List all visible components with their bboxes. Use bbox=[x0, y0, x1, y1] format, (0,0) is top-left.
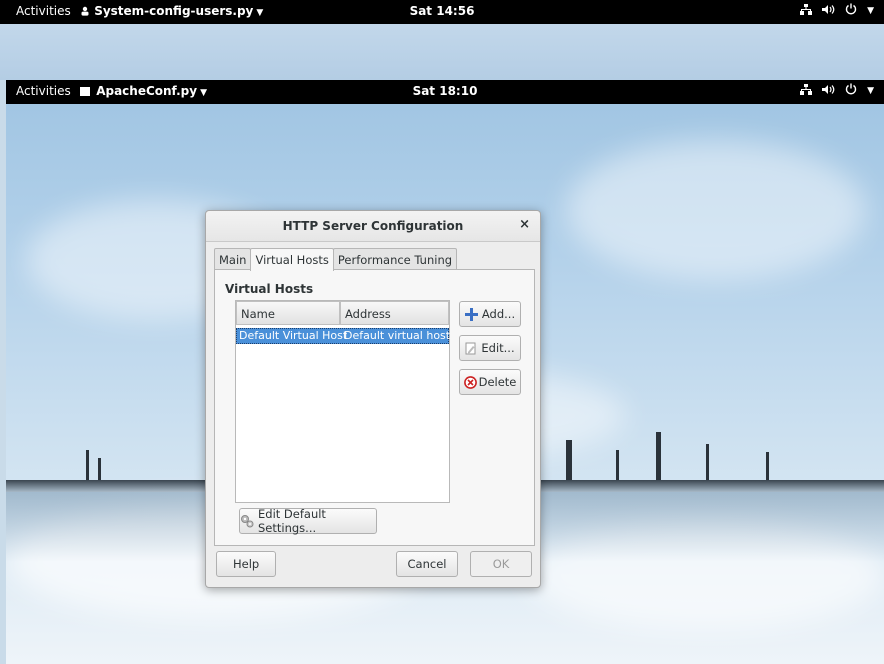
volume-icon bbox=[822, 4, 835, 18]
tree-silhouette bbox=[86, 450, 89, 480]
dialog-title: HTTP Server Configuration bbox=[282, 219, 464, 233]
inner-top-bar: Activities ApacheConf.py ▼ Sat 18:10 ▼ bbox=[6, 80, 884, 104]
outer-desktop: Activities System-config-users.py ▼ Sat 1… bbox=[0, 0, 884, 80]
delete-button[interactable]: Delete bbox=[459, 369, 521, 395]
outer-clock[interactable]: Sat 14:56 bbox=[0, 4, 884, 18]
virtual-hosts-panel: Virtual Hosts Name Address Default Virtu… bbox=[214, 269, 535, 546]
delete-button-label: Delete bbox=[478, 375, 517, 389]
plus-icon bbox=[464, 307, 478, 321]
tab-main[interactable]: Main bbox=[214, 248, 252, 271]
edit-default-settings-button[interactable]: Edit Default Settings... bbox=[239, 507, 377, 535]
list-header: Name Address bbox=[236, 301, 449, 325]
table-row[interactable]: Default Virtual Host Default virtual hos… bbox=[236, 328, 451, 344]
edit-button[interactable]: Edit... bbox=[459, 335, 521, 361]
close-icon[interactable]: × bbox=[519, 217, 530, 232]
http-server-config-dialog: HTTP Server Configuration × Main Virtual… bbox=[205, 210, 541, 588]
row-address-cell: Default virtual host bbox=[344, 329, 451, 342]
edit-default-settings-label: Edit Default Settings... bbox=[258, 507, 326, 535]
column-header-address[interactable]: Address bbox=[340, 301, 449, 325]
network-icon bbox=[800, 83, 813, 98]
column-header-name[interactable]: Name bbox=[236, 301, 340, 325]
outer-system-tray[interactable]: ▼ bbox=[800, 3, 874, 18]
power-icon bbox=[845, 83, 857, 98]
virtual-hosts-list[interactable]: Name Address Default Virtual Host Defaul… bbox=[235, 300, 450, 503]
delete-icon bbox=[463, 375, 477, 389]
inner-system-tray[interactable]: ▼ bbox=[800, 83, 874, 98]
settings-icon bbox=[240, 514, 254, 528]
tab-bar: Main Virtual Hosts Performance Tuning bbox=[214, 248, 458, 271]
add-button[interactable]: Add... bbox=[459, 301, 521, 327]
inner-clock[interactable]: Sat 18:10 bbox=[6, 84, 884, 98]
row-name-cell: Default Virtual Host bbox=[239, 329, 348, 342]
section-title: Virtual Hosts bbox=[225, 282, 314, 296]
volume-icon bbox=[822, 84, 835, 98]
tab-performance-tuning[interactable]: Performance Tuning bbox=[332, 248, 458, 271]
outer-top-bar: Activities System-config-users.py ▼ Sat 1… bbox=[0, 0, 884, 24]
chevron-down-icon: ▼ bbox=[867, 85, 874, 96]
dialog-titlebar[interactable]: HTTP Server Configuration × bbox=[206, 211, 540, 242]
help-button[interactable]: Help bbox=[216, 551, 276, 577]
tab-virtual-hosts[interactable]: Virtual Hosts bbox=[250, 248, 334, 271]
add-button-label: Add... bbox=[481, 307, 516, 321]
cancel-button[interactable]: Cancel bbox=[396, 551, 458, 577]
ok-button[interactable]: OK bbox=[470, 551, 532, 577]
edit-document-icon bbox=[465, 342, 477, 355]
chevron-down-icon: ▼ bbox=[867, 5, 874, 16]
network-icon bbox=[800, 3, 813, 18]
power-icon bbox=[845, 3, 857, 18]
edit-button-label: Edit... bbox=[481, 341, 515, 355]
